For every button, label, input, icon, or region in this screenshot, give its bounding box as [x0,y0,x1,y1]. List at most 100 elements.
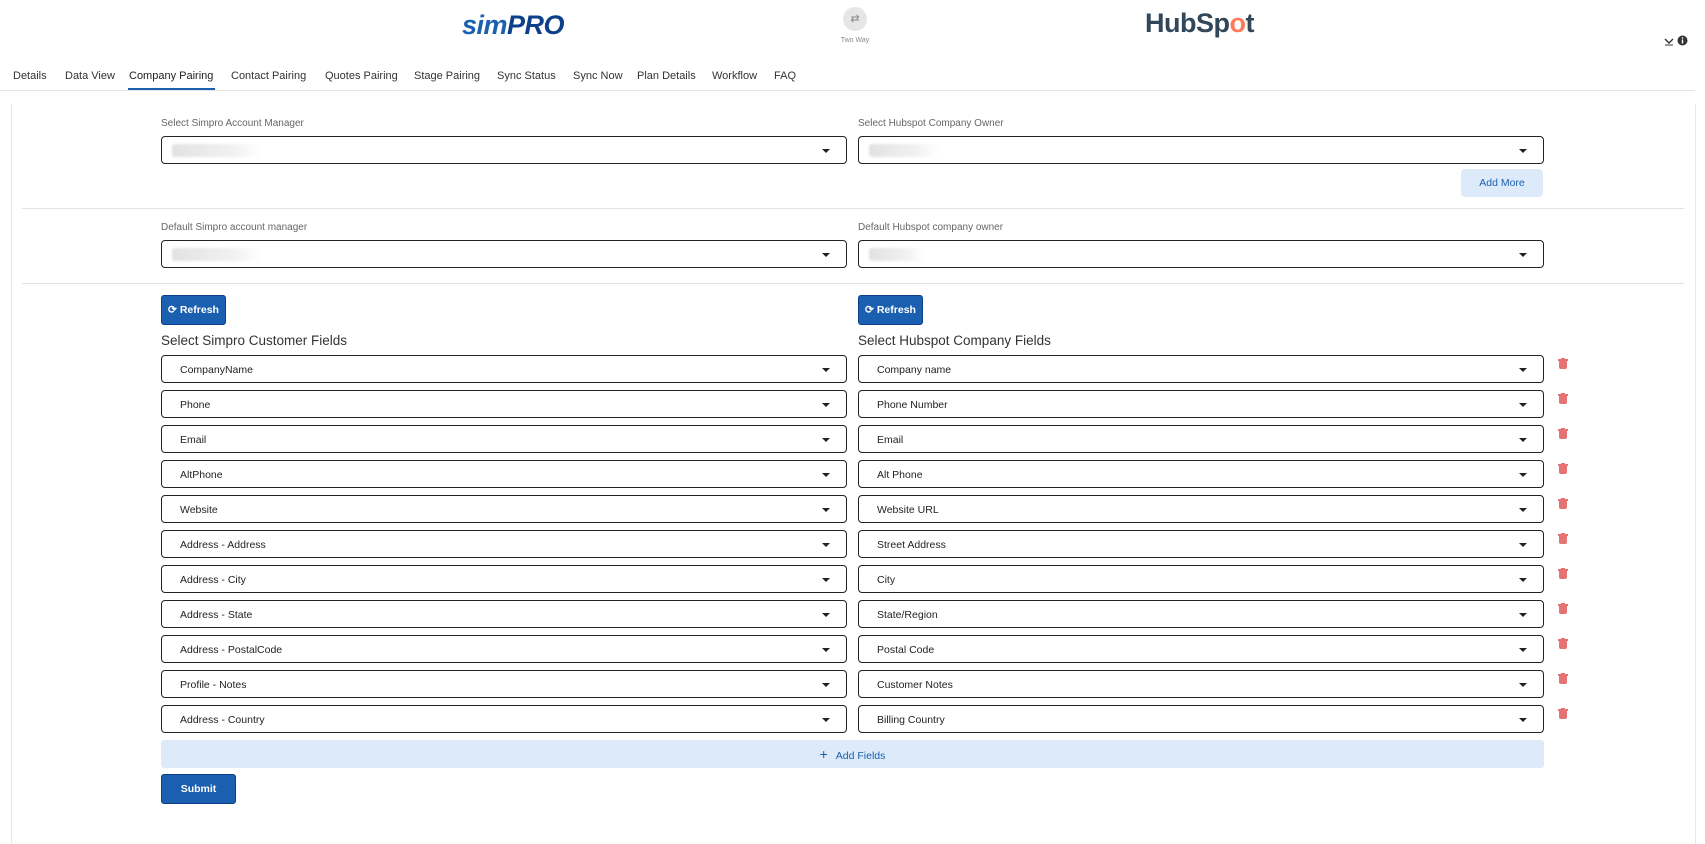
simpro-field-select[interactable]: AltPhone [161,460,847,488]
simpro-field-select[interactable]: Profile - Notes [161,670,847,698]
sync-direction-label: Two Way [840,37,870,44]
tab-details[interactable]: Details [13,70,47,82]
simpro-field-select[interactable]: Address - State [161,600,847,628]
selected-value: Company name [877,364,952,376]
redacted-value [869,248,924,261]
redacted-value [172,144,262,157]
selected-value: Website [180,504,218,516]
tab-faq[interactable]: FAQ [774,70,796,82]
default-hubspot-owner-select[interactable] [858,240,1544,268]
caret-down-icon [822,368,830,372]
tab-data-view[interactable]: Data View [65,70,115,82]
trash-icon[interactable] [1558,428,1568,440]
caret-down-icon [822,253,830,257]
caret-down-icon [822,648,830,652]
trash-icon[interactable] [1558,533,1568,545]
hubspot-field-select[interactable]: Billing Country [858,705,1544,733]
selected-value: Phone Number [877,399,948,411]
hubspot-field-select[interactable]: Street Address [858,530,1544,558]
tab-quotes-pairing[interactable]: Quotes Pairing [325,70,398,82]
plus-icon: + [819,746,828,762]
refresh-simpro-fields-button[interactable]: ⟳ Refresh [161,295,226,325]
hubspot-field-select[interactable]: Company name [858,355,1544,383]
selected-value: Address - Country [180,714,265,726]
default-hubspot-owner-label: Default Hubspot company owner [858,222,1004,233]
caret-down-icon [1519,613,1527,617]
default-simpro-manager-select[interactable] [161,240,847,268]
redacted-value [869,144,939,157]
simpro-field-select[interactable]: Address - City [161,565,847,593]
caret-down-icon [822,149,830,153]
selected-value: Phone [180,399,211,411]
hubspot-field-select[interactable]: City [858,565,1544,593]
trash-icon[interactable] [1558,393,1568,405]
info-icon[interactable] [1677,35,1688,46]
two-way-sync-icon: ⇄ [843,7,867,31]
hubspot-logo: HubSpot [1145,8,1254,38]
trash-icon[interactable] [1558,498,1568,510]
simpro-field-select[interactable]: CompanyName [161,355,847,383]
add-more-button[interactable]: Add More [1461,169,1543,197]
simpro-field-select[interactable]: Address - Country [161,705,847,733]
simpro-field-select[interactable]: Email [161,425,847,453]
selected-value: Address - PostalCode [180,644,283,656]
refresh-icon: ⟳ [865,304,874,316]
simpro-field-select[interactable]: Website [161,495,847,523]
simpro-field-select[interactable]: Phone [161,390,847,418]
selected-value: Billing Country [877,714,945,726]
trash-icon[interactable] [1558,708,1568,720]
selected-value: Address - State [180,609,253,621]
simpro-field-select[interactable]: Address - PostalCode [161,635,847,663]
hubspot-field-select[interactable]: Phone Number [858,390,1544,418]
tab-contact-pairing[interactable]: Contact Pairing [231,70,306,82]
trash-icon[interactable] [1558,463,1568,475]
simpro-account-manager-select[interactable] [161,136,847,164]
hubspot-field-select[interactable]: Postal Code [858,635,1544,663]
selected-value: AltPhone [180,469,223,481]
refresh-hubspot-fields-button[interactable]: ⟳ Refresh [858,295,923,325]
refresh-icon: ⟳ [168,304,177,316]
tab-sync-status[interactable]: Sync Status [497,70,556,82]
selected-value: Address - Address [180,539,266,551]
tab-workflow[interactable]: Workflow [712,70,757,82]
trash-icon[interactable] [1558,358,1568,370]
add-fields-button[interactable]: + Add Fields [161,740,1544,768]
selected-value: State/Region [877,609,938,621]
trash-icon[interactable] [1558,673,1568,685]
caret-down-icon [1519,683,1527,687]
simpro-logo: simPRO [462,10,565,40]
selected-value: Customer Notes [877,679,953,691]
trash-icon[interactable] [1558,568,1568,580]
simpro-fields-title: Select Simpro Customer Fields [161,333,348,348]
trash-icon[interactable] [1558,638,1568,650]
simpro-field-select[interactable]: Address - Address [161,530,847,558]
tab-plan-details[interactable]: Plan Details [637,70,696,82]
caret-down-icon [822,543,830,547]
default-simpro-manager-label: Default Simpro account manager [161,222,308,233]
hubspot-field-select[interactable]: Customer Notes [858,670,1544,698]
hubspot-field-select[interactable]: Alt Phone [858,460,1544,488]
simpro-account-manager-label: Select Simpro Account Manager [161,118,304,129]
selected-value: Email [877,434,904,446]
hubspot-field-select[interactable]: Website URL [858,495,1544,523]
caret-down-icon [822,578,830,582]
submit-button[interactable]: Submit [161,774,236,804]
hubspot-field-select[interactable]: State/Region [858,600,1544,628]
trash-icon[interactable] [1558,603,1568,615]
tab-company-pairing[interactable]: Company Pairing [129,70,213,82]
divider [22,283,1684,284]
header-actions [1664,35,1688,49]
caret-down-icon [1519,149,1527,153]
hubspot-field-select[interactable]: Email [858,425,1544,453]
selected-value: Website URL [877,504,939,516]
hubspot-company-owner-select[interactable] [858,136,1544,164]
chevron-down-icon[interactable] [1664,36,1674,46]
sync-direction: ⇄ Two Way [838,7,872,44]
selected-value: CompanyName [180,364,253,376]
caret-down-icon [1519,438,1527,442]
caret-down-icon [1519,648,1527,652]
selected-value: Alt Phone [877,469,923,481]
caret-down-icon [822,438,830,442]
tab-sync-now[interactable]: Sync Now [573,70,623,82]
tab-stage-pairing[interactable]: Stage Pairing [414,70,480,82]
